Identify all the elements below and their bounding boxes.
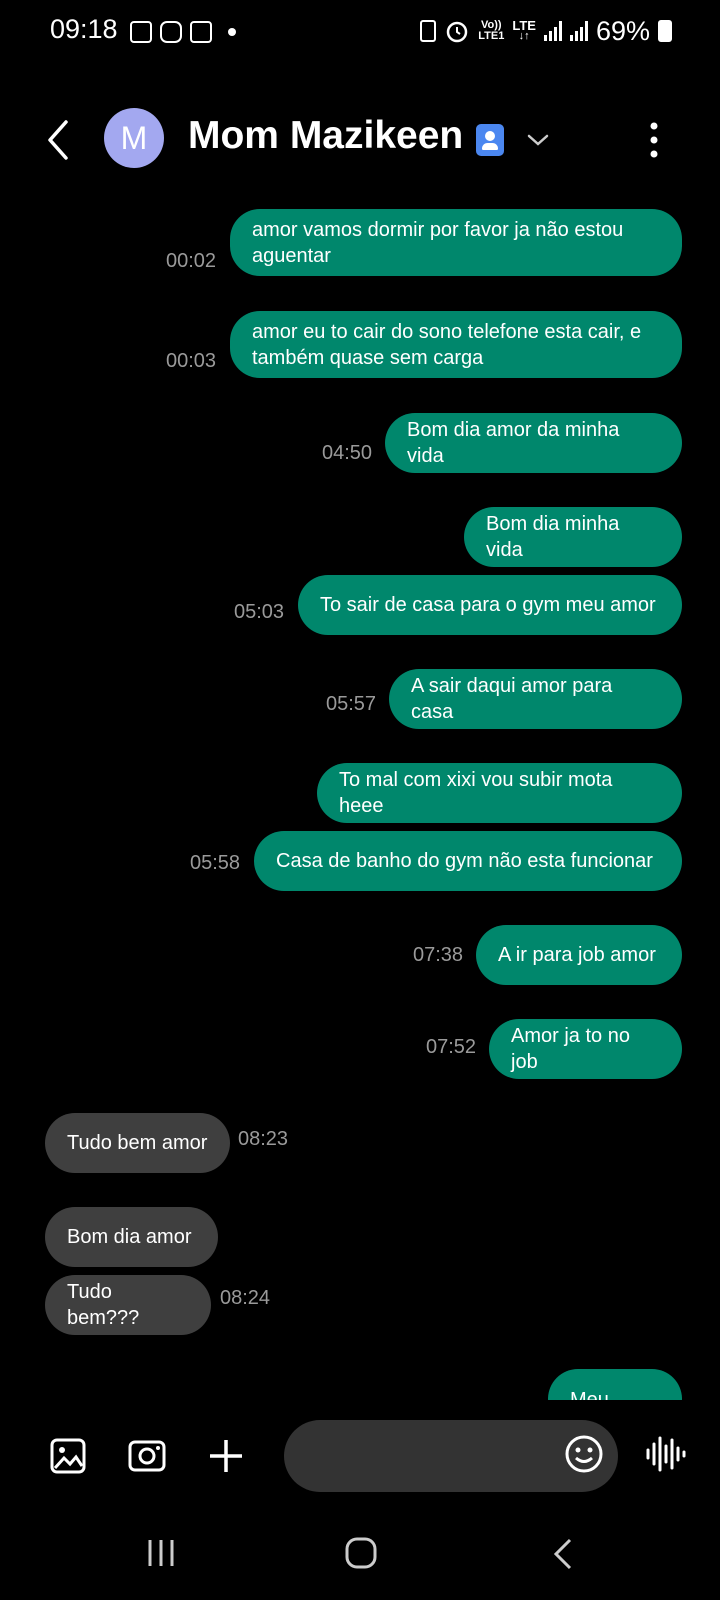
message-timestamp: 07:38 bbox=[413, 944, 464, 966]
message-timestamp: 05:57 bbox=[326, 693, 377, 715]
battery-percentage: 69% bbox=[595, 15, 650, 46]
notification-icons bbox=[130, 18, 236, 46]
alarm-icon bbox=[447, 21, 468, 43]
message-bubble-sent[interactable]: Amor ja to no job bbox=[489, 1019, 682, 1079]
recents-icon[interactable] bbox=[146, 1538, 176, 1568]
message-bubble-sent[interactable]: Bom dia minha vida bbox=[464, 507, 682, 567]
message-bubble-received[interactable]: Tudo bem??? bbox=[45, 1275, 211, 1335]
message-bubble-sent[interactable]: Bom dia amor da minha vida bbox=[385, 413, 682, 473]
message-timestamp: 08:24 bbox=[220, 1287, 271, 1309]
messages-screen: 09:18 Vo)) LTE1 LTE ↓↑ 69% M Mom Mazikee… bbox=[0, 0, 720, 1600]
battery-icon bbox=[658, 20, 672, 42]
message-timestamp: 05:58 bbox=[190, 852, 241, 874]
back-arrow-icon[interactable] bbox=[44, 118, 74, 162]
conversation-header: M Mom Mazikeen bbox=[0, 100, 720, 180]
instagram-notification-icon bbox=[160, 21, 182, 43]
status-time: 09:18 bbox=[50, 14, 118, 44]
more-options-icon[interactable] bbox=[646, 120, 662, 160]
gallery-notification-icon bbox=[130, 21, 152, 43]
navigation-bar bbox=[0, 1510, 720, 1600]
plus-icon[interactable] bbox=[208, 1438, 244, 1474]
message-bubble-sent[interactable]: Casa de banho do gym não esta funcionar bbox=[254, 831, 682, 891]
image-icon[interactable] bbox=[50, 1438, 86, 1474]
message-timestamp: 00:03 bbox=[166, 350, 217, 372]
message-bubble-sent[interactable]: A ir para job amor bbox=[476, 925, 682, 985]
more-notifications-icon bbox=[228, 28, 236, 36]
signal-icon-2 bbox=[569, 21, 588, 41]
message-bubble-received[interactable]: Bom dia amor bbox=[45, 1207, 218, 1267]
message-composer bbox=[0, 1400, 720, 1510]
message-bubble-sent[interactable]: amor vamos dormir por favor ja não estou… bbox=[230, 209, 682, 276]
waveform-icon[interactable] bbox=[644, 1434, 688, 1474]
message-timestamp: 07:52 bbox=[426, 1036, 477, 1058]
message-bubble-sent[interactable]: To mal com xixi vou subir mota heee bbox=[317, 763, 682, 823]
message-timestamp: 08:23 bbox=[238, 1128, 289, 1150]
message-timestamp: 05:03 bbox=[234, 601, 285, 623]
message-bubble-sent[interactable]: To sair de casa para o gym meu amor bbox=[298, 575, 682, 635]
message-list[interactable]: amor vamos dormir por favor ja não estou… bbox=[0, 200, 720, 1410]
avatar[interactable]: M bbox=[104, 108, 164, 168]
status-bar: 09:18 Vo)) LTE1 LTE ↓↑ 69% bbox=[0, 0, 720, 64]
chevron-down-icon[interactable] bbox=[526, 128, 550, 152]
volte-indicator: Vo)) LTE1 bbox=[478, 19, 505, 42]
contact-card-icon bbox=[476, 124, 504, 156]
smiley-icon[interactable] bbox=[564, 1434, 604, 1474]
home-icon[interactable] bbox=[344, 1536, 378, 1570]
message-bubble-sent[interactable]: A sair daqui amor para casa bbox=[389, 669, 682, 729]
contact-name[interactable]: Mom Mazikeen bbox=[188, 114, 463, 158]
message-bubble-received[interactable]: Tudo bem amor bbox=[45, 1113, 230, 1173]
camera-icon[interactable] bbox=[128, 1438, 166, 1472]
message-timestamp: 04:50 bbox=[322, 442, 373, 464]
system-icons: Vo)) LTE1 LTE ↓↑ 69% bbox=[420, 14, 672, 48]
signal-icon bbox=[543, 21, 562, 41]
message-bubble-sent[interactable]: amor eu to cair do sono telefone esta ca… bbox=[230, 311, 682, 378]
battery-saver-icon bbox=[420, 20, 437, 42]
shop-notification-icon bbox=[190, 21, 212, 43]
back-icon[interactable] bbox=[552, 1538, 576, 1570]
lte-indicator: LTE ↓↑ bbox=[512, 18, 536, 42]
message-timestamp: 00:02 bbox=[166, 250, 217, 272]
